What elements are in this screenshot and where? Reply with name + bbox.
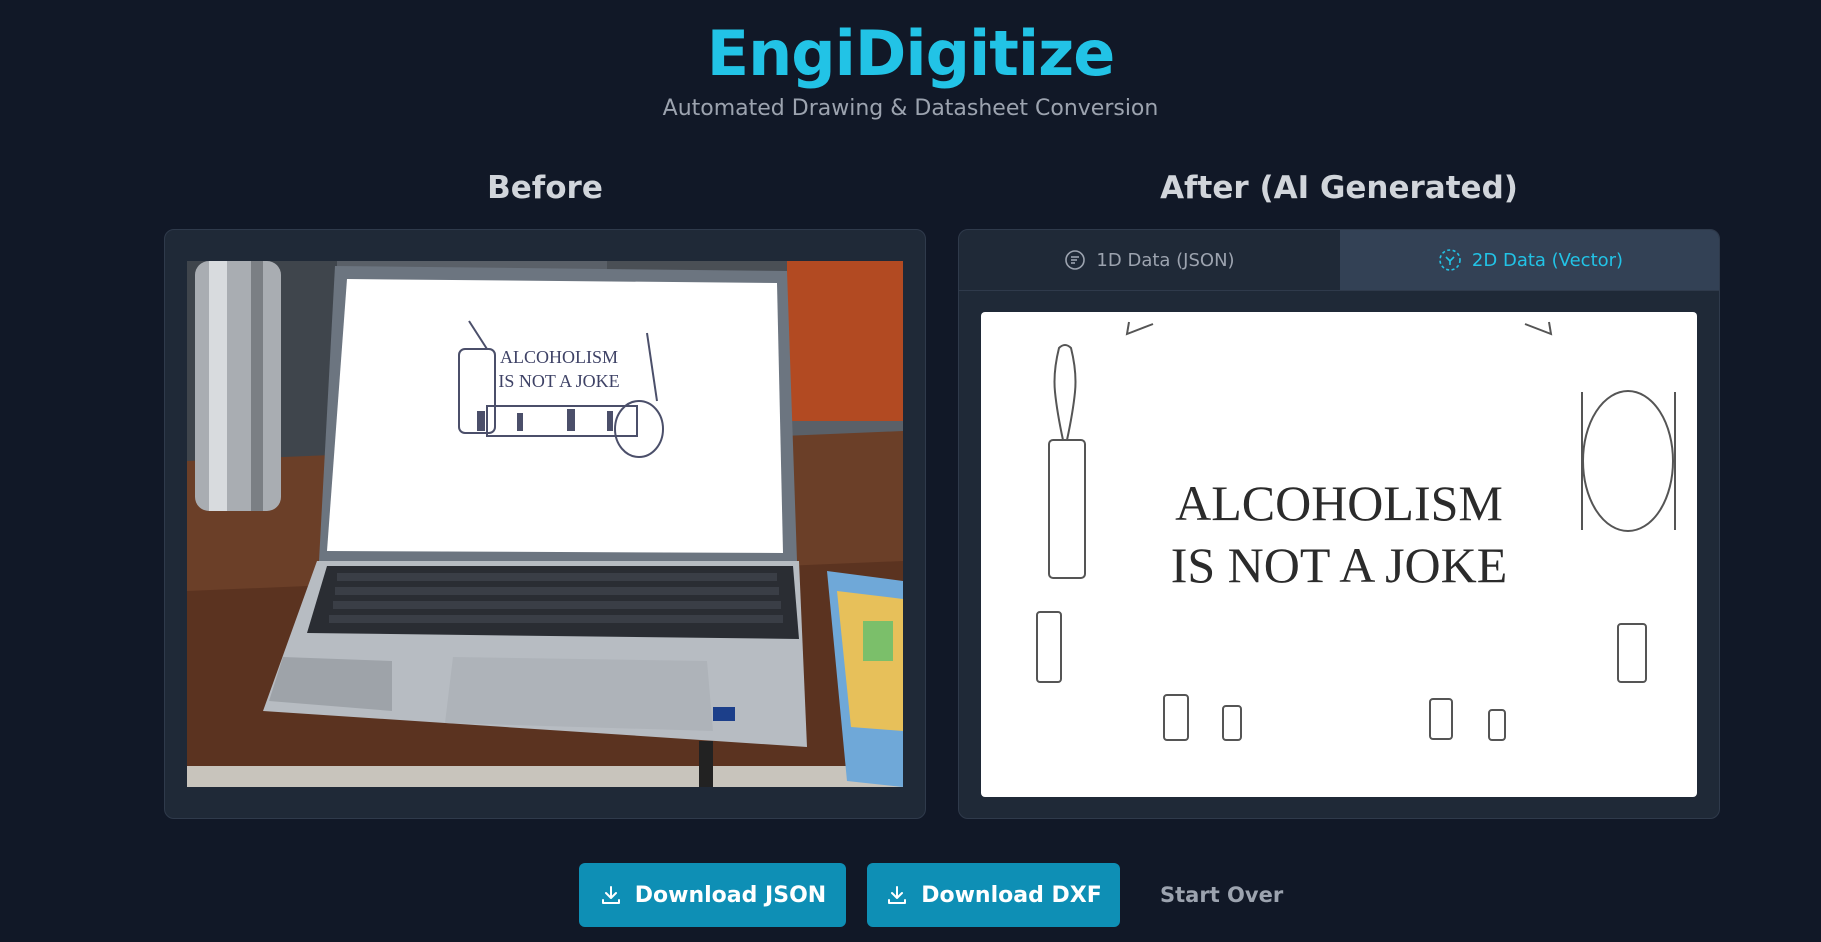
vector-text-line1: ALCOHOLISM	[1175, 475, 1503, 531]
before-panel: ALCOHOLISM IS NOT A JOKE	[164, 229, 926, 819]
download-icon	[888, 886, 907, 904]
action-bar: Download JSON Download DXF Start Over	[0, 863, 1821, 927]
after-panel: 1D Data (JSON) 2D Data (Vector) ALCOHOLI…	[958, 229, 1720, 819]
vector-text: ALCOHOLISM IS NOT A JOKE	[981, 472, 1697, 596]
view-tabs: 1D Data (JSON) 2D Data (Vector)	[959, 230, 1719, 291]
start-over-button[interactable]: Start Over	[1160, 863, 1283, 927]
photo-text-line2: IS NOT A JOKE	[498, 371, 619, 391]
vector-icon	[1439, 249, 1461, 271]
list-icon	[1065, 250, 1086, 270]
photo-text-line1: ALCOHOLISM	[500, 347, 618, 367]
tab-1d-label: 1D Data (JSON)	[1096, 249, 1235, 271]
vector-preview: ALCOHOLISM IS NOT A JOKE	[981, 312, 1697, 797]
laptop-photo-image: ALCOHOLISM IS NOT A JOKE	[187, 261, 903, 787]
app-title: EngiDigitize	[706, 17, 1116, 90]
app-subtitle: Automated Drawing & Datasheet Conversion	[662, 96, 1159, 121]
app-header: EngiDigitize Automated Drawing & Datashe…	[0, 14, 1821, 124]
download-json-label: Download JSON	[634, 882, 827, 908]
tab-1d-data-json[interactable]: 1D Data (JSON)	[959, 230, 1340, 290]
download-dxf-button[interactable]: Download DXF	[867, 863, 1120, 927]
download-dxf-label: Download DXF	[921, 882, 1102, 908]
vector-text-line2: IS NOT A JOKE	[1170, 537, 1508, 593]
tab-2d-label: 2D Data (Vector)	[1471, 249, 1624, 271]
download-json-button[interactable]: Download JSON	[579, 863, 846, 927]
after-title: After (AI Generated)	[1160, 170, 1518, 206]
tab-2d-data-vector[interactable]: 2D Data (Vector)	[1340, 230, 1719, 290]
source-photo: ALCOHOLISM IS NOT A JOKE	[187, 261, 903, 787]
download-icon	[601, 886, 620, 904]
before-title: Before	[487, 170, 603, 206]
